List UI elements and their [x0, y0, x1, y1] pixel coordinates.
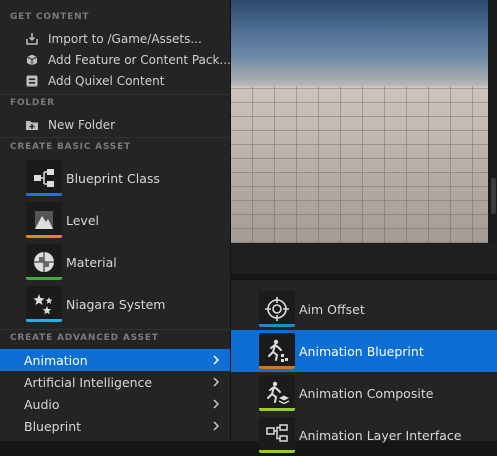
- category-label: Artificial Intelligence: [24, 374, 153, 390]
- add-content-menu: GET CONTENT Import to /Game/Assets... Ad…: [0, 0, 231, 441]
- category-label: Audio: [24, 396, 60, 412]
- aim-offset-icon: [259, 291, 295, 327]
- category-blueprint[interactable]: Blueprint: [0, 415, 230, 437]
- new-folder-icon: [25, 118, 39, 132]
- section-get-content: GET CONTENT: [10, 12, 90, 22]
- divider: [0, 94, 230, 95]
- aim-offset-label: Aim Offset: [299, 301, 365, 317]
- animation-layer-interface-menu-item[interactable]: Animation Layer Interface: [231, 414, 497, 456]
- animation-blueprint-label: Animation Blueprint: [299, 343, 424, 359]
- material-label: Material: [66, 254, 117, 270]
- level-menu-item[interactable]: Level: [0, 200, 230, 240]
- asset-color-strip: [259, 366, 295, 369]
- divider: [0, 329, 230, 330]
- level-label: Level: [66, 212, 99, 228]
- animation-composite-menu-item[interactable]: Animation Composite: [231, 372, 497, 414]
- animation-submenu: Aim Offset Animation Blueprint Animation…: [231, 280, 497, 453]
- add-quixel-label: Add Quixel Content: [48, 73, 165, 88]
- category-animation[interactable]: Animation: [0, 349, 230, 371]
- asset-color-strip: [259, 450, 295, 453]
- level-icon: [26, 202, 62, 238]
- chevron-right-icon: [213, 421, 220, 431]
- asset-color-strip: [26, 277, 62, 280]
- asset-color-strip: [26, 319, 62, 322]
- import-icon: [25, 32, 39, 46]
- chevron-right-icon: [213, 377, 220, 387]
- animation-composite-icon: [259, 375, 295, 411]
- chevron-right-icon: [213, 399, 220, 409]
- animation-blueprint-menu-item[interactable]: Animation Blueprint: [231, 330, 497, 372]
- import-menu-item[interactable]: Import to /Game/Assets...: [0, 28, 230, 49]
- aim-offset-menu-item[interactable]: Aim Offset: [231, 288, 497, 330]
- material-menu-item[interactable]: Material: [0, 242, 230, 282]
- add-feature-label: Add Feature or Content Pack...: [48, 52, 231, 67]
- blueprint-class-label: Blueprint Class: [66, 170, 160, 186]
- category-label: Blueprint: [24, 418, 82, 434]
- divider: [0, 137, 230, 138]
- niagara-system-label: Niagara System: [66, 296, 166, 312]
- import-label: Import to /Game/Assets...: [48, 31, 202, 46]
- content-pack-icon: [25, 53, 39, 67]
- blueprint-class-menu-item[interactable]: Blueprint Class: [0, 158, 230, 198]
- add-feature-content-pack-menu-item[interactable]: Add Feature or Content Pack...: [0, 49, 231, 70]
- animation-composite-label: Animation Composite: [299, 385, 434, 401]
- viewport-floor: [230, 86, 488, 243]
- section-folder: FOLDER: [10, 98, 55, 108]
- new-folder-label: New Folder: [48, 117, 116, 132]
- category-artificial-intelligence[interactable]: Artificial Intelligence: [0, 371, 230, 393]
- scrollbar-thumb[interactable]: [491, 178, 496, 214]
- quixel-icon: [25, 74, 39, 88]
- category-audio[interactable]: Audio: [0, 393, 230, 415]
- level-viewport[interactable]: [230, 0, 488, 243]
- material-icon: [26, 244, 62, 280]
- section-create-advanced-asset: CREATE ADVANCED ASSET: [10, 333, 159, 343]
- add-quixel-content-menu-item[interactable]: Add Quixel Content: [0, 70, 230, 91]
- blueprint-class-icon: [26, 160, 62, 196]
- niagara-system-menu-item[interactable]: Niagara System: [0, 284, 230, 324]
- section-create-basic-asset: CREATE BASIC ASSET: [10, 142, 131, 152]
- animation-layer-interface-icon: [259, 417, 295, 453]
- category-label: Animation: [24, 352, 88, 368]
- new-folder-menu-item[interactable]: New Folder: [0, 114, 230, 135]
- niagara-system-icon: [26, 286, 62, 322]
- asset-color-strip: [26, 235, 62, 238]
- chevron-right-icon: [213, 355, 220, 365]
- animation-blueprint-icon: [259, 333, 295, 369]
- viewport-scrollbar[interactable]: [488, 0, 497, 243]
- viewport-bottom-bar: [230, 243, 497, 274]
- animation-layer-interface-label: Animation Layer Interface: [299, 427, 462, 443]
- asset-color-strip: [26, 193, 62, 196]
- asset-color-strip: [259, 324, 295, 327]
- asset-color-strip: [259, 408, 295, 411]
